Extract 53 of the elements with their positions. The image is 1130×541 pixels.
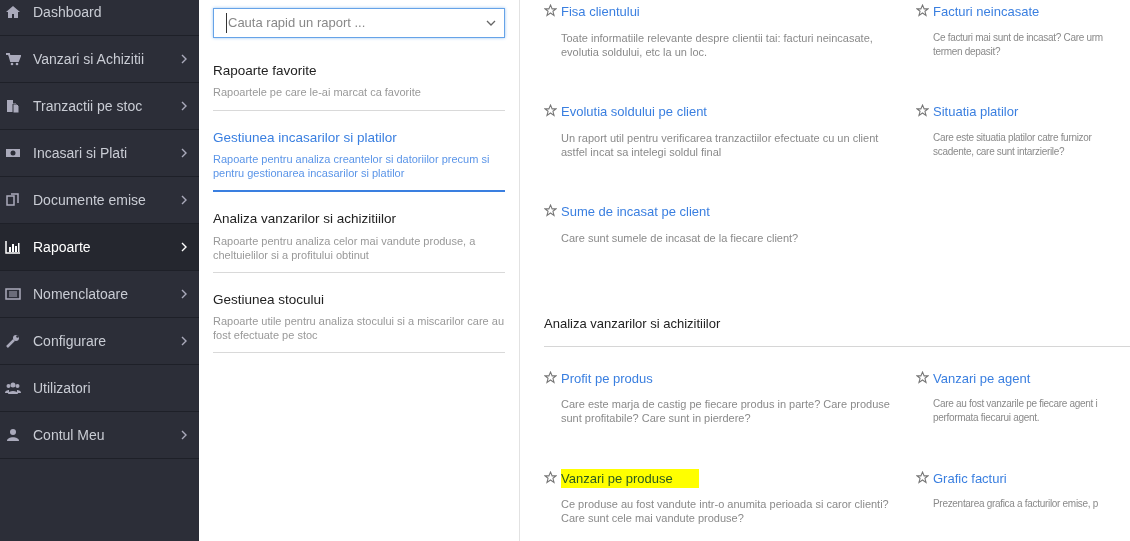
bar-chart-icon <box>5 239 21 255</box>
home-icon <box>5 4 21 20</box>
chevron-right-icon <box>181 289 187 299</box>
report-description: Ce produse au fost vandute intr-o anumita perioada si caror clienti? Care sunt cele mai vandute produse? <box>561 497 889 525</box>
user-icon <box>5 427 21 443</box>
report-link[interactable]: Situatia platilor <box>933 102 1019 122</box>
report-description: Toate informatiile relevante despre clientii tai: facturi neincasate, evolutia soldului, etc la un loc. <box>561 30 873 59</box>
star-icon[interactable] <box>544 4 557 17</box>
search-input[interactable]: Cauta rapid un raport ... <box>226 13 486 33</box>
star-icon[interactable] <box>916 470 929 484</box>
star-icon[interactable] <box>544 370 557 384</box>
star-icon[interactable] <box>916 104 929 117</box>
chevron-right-icon <box>181 336 187 346</box>
report-category[interactable]: Rapoarte favorite Rapoartele pe care le-ai marcat ca favorite <box>213 54 505 111</box>
cart-icon <box>5 51 21 67</box>
report-link[interactable]: Profit pe produs <box>561 368 653 388</box>
star-icon[interactable] <box>544 470 557 484</box>
report-link[interactable]: Vanzari pe agent <box>933 368 1031 388</box>
star-icon[interactable] <box>916 4 929 17</box>
chevron-down-icon <box>486 20 496 26</box>
report-category[interactable]: Gestiunea incasarilor si platilor Rapoarte pentru analiza creantelor si datoriilor precum si pentru gestionarea incasarilor si platilor <box>213 121 505 193</box>
star-icon[interactable] <box>916 370 929 384</box>
chevron-right-icon <box>181 242 187 252</box>
report-description: Care este situatia platilor catre furnizor scadente, care sunt intarzierile? <box>933 130 1092 159</box>
chevron-right-icon <box>181 54 187 64</box>
wrench-icon <box>5 333 21 349</box>
report-description: Care este marja de castig pe fiecare produs in parte? Care produse sunt profitabile? Care sunt in pierdere? <box>561 397 890 425</box>
report-link[interactable]: Grafic facturi <box>933 468 1007 488</box>
documents-icon <box>5 98 21 114</box>
users-icon <box>5 380 21 396</box>
sidebar-item[interactable]: Rapoarte <box>0 224 199 271</box>
report-description: Prezentarea grafica a facturilor emise, p <box>933 497 1098 511</box>
report-link[interactable]: Fisa clientului <box>561 2 640 22</box>
report-category[interactable]: Gestiunea stocului Rapoarte utile pentru analiza stocului si a miscarilor care au fost efectuate pe stoc <box>213 282 505 353</box>
chevron-right-icon <box>181 430 187 440</box>
report-description: Un raport util pentru verificarea tranzactiilor efectuate cu un client astfel incat sa intelegi soldul final <box>561 130 879 159</box>
report-link[interactable]: Evolutia soldului pe client <box>561 102 707 122</box>
section-heading: Analiza vanzarilor si achizitiilor <box>544 314 1130 347</box>
report-link[interactable]: Facturi neincasate <box>933 2 1040 22</box>
chevron-right-icon <box>181 148 187 158</box>
chevron-right-icon <box>181 195 187 205</box>
star-icon[interactable] <box>544 204 557 217</box>
report-description: Care au fost vanzarile pe fiecare agent i performata fiecarui agent. <box>933 397 1098 425</box>
list-icon <box>5 286 21 302</box>
report-category[interactable]: Analiza vanzarilor si achizitiilor Rapoarte pentru analiza celor mai vandute produse, a cheltuielilor si a profitului obtinut <box>213 202 505 273</box>
report-description: Care sunt sumele de incasat de la fiecare client? <box>561 230 799 245</box>
copy-icon <box>5 192 21 208</box>
report-link[interactable]: Sume de incasat pe client <box>561 202 710 222</box>
report-link[interactable]: Vanzari pe produse <box>561 468 699 488</box>
chevron-right-icon <box>181 101 187 111</box>
search-field[interactable]: Cauta rapid un raport ... <box>213 8 505 38</box>
star-icon[interactable] <box>544 104 557 117</box>
report-description: Ce facturi mai sunt de incasat? Care urm termen depasit? <box>933 30 1103 59</box>
